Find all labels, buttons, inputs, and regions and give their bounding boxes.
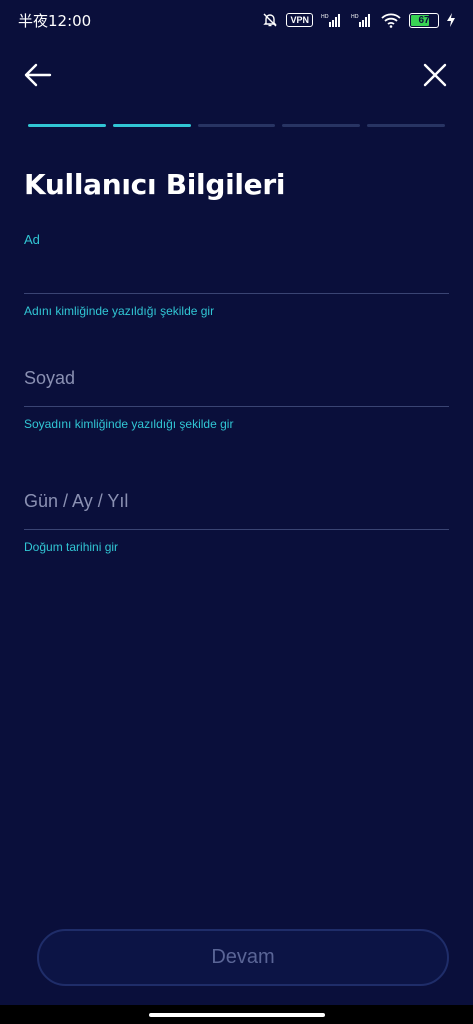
close-button[interactable] — [419, 59, 451, 91]
battery-icon: 67 — [409, 12, 439, 28]
last-name-hint: Soyadını kimliğinde yazıldığı şekilde gi… — [24, 417, 234, 431]
last-name-underline — [24, 406, 449, 407]
vpn-badge: VPN — [286, 13, 313, 27]
battery-text: 67 — [418, 14, 430, 26]
status-time: 半夜12:00 — [18, 11, 92, 30]
first-name-underline — [24, 293, 449, 294]
progress-step-4 — [282, 124, 361, 127]
progress-step-2 — [112, 124, 191, 127]
progress-step-5 — [367, 124, 445, 127]
wifi-icon — [381, 13, 401, 28]
arrow-left-icon — [24, 63, 52, 87]
top-nav — [0, 55, 473, 95]
first-name-input[interactable] — [24, 247, 449, 293]
continue-button[interactable]: Devam — [37, 929, 449, 986]
first-name-field: Ad Adını kimliğinde yazıldığı şekilde gi… — [24, 232, 449, 318]
signal-icon-2: HD — [351, 13, 373, 27]
svg-text:HD: HD — [351, 14, 359, 20]
home-bar[interactable] — [148, 1012, 325, 1017]
muted-bell-icon — [262, 12, 278, 28]
first-name-hint: Adını kimliğinde yazıldığı şekilde gir — [24, 304, 215, 318]
birth-date-input[interactable] — [24, 481, 449, 521]
last-name-field: Soyadını kimliğinde yazıldığı şekilde gi… — [24, 358, 449, 431]
status-bar: 半夜12:00 VPN HD HD 67 — [0, 0, 473, 40]
birth-date-field: Doğum tarihini gir — [24, 481, 449, 554]
step-progress — [28, 124, 445, 128]
signal-icon: HD — [321, 13, 343, 27]
last-name-input[interactable] — [24, 358, 449, 398]
back-button[interactable] — [22, 59, 54, 91]
charging-icon — [447, 13, 455, 27]
svg-text:HD: HD — [321, 14, 329, 20]
progress-step-1 — [28, 124, 106, 127]
page-title: Kullanıcı Bilgileri — [24, 168, 286, 201]
close-icon — [423, 63, 447, 87]
birth-date-hint: Doğum tarihini gir — [24, 540, 119, 554]
first-name-label: Ad — [24, 232, 40, 247]
status-icons: VPN HD HD 67 — [262, 12, 455, 28]
home-indicator — [0, 1005, 473, 1024]
birth-date-underline — [24, 529, 449, 530]
progress-step-3 — [197, 124, 276, 127]
